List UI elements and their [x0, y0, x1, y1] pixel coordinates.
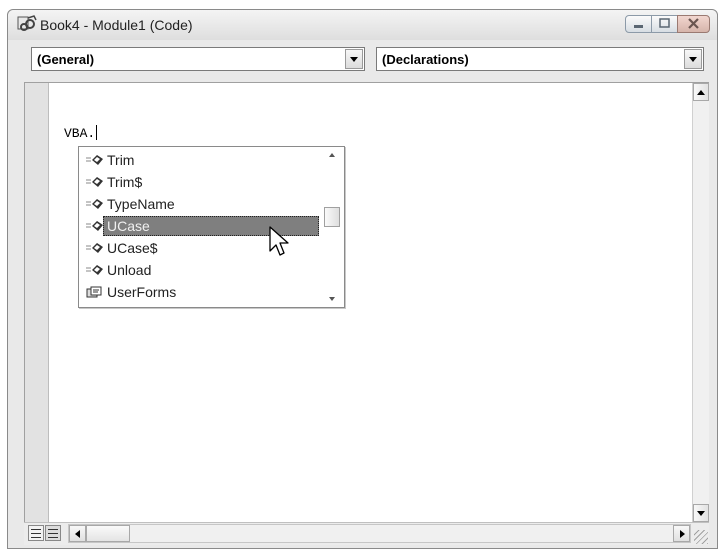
property-icon	[86, 286, 102, 298]
method-icon	[86, 221, 103, 231]
autocomplete-scroll-thumb[interactable]	[324, 207, 340, 227]
chevron-down-icon	[689, 57, 697, 62]
vertical-scrollbar[interactable]	[692, 83, 709, 522]
code-line[interactable]: VBA.	[64, 125, 98, 141]
scroll-up-button[interactable]	[693, 83, 709, 101]
code-text: VBA.	[64, 126, 96, 141]
list-item[interactable]: UserForms	[81, 281, 319, 303]
chevron-down-icon	[350, 57, 358, 62]
method-icon	[86, 199, 103, 209]
horizontal-scrollbar[interactable]	[68, 524, 691, 543]
list-item[interactable]: Trim$	[81, 171, 319, 193]
procedure-combo[interactable]: (Declarations)	[376, 47, 704, 71]
list-item[interactable]: Trim	[81, 149, 319, 171]
method-icon	[86, 243, 103, 253]
arrow-left-icon	[75, 530, 80, 538]
resize-grip[interactable]	[694, 530, 708, 544]
close-icon	[688, 18, 699, 29]
list-item[interactable]: TypeName	[81, 193, 319, 215]
method-icon	[86, 177, 103, 187]
arrow-down-icon	[329, 297, 335, 301]
object-combo-value: (General)	[37, 52, 95, 67]
procedure-combo-value: (Declarations)	[382, 52, 469, 67]
minimize-button[interactable]	[625, 15, 652, 33]
title-bar[interactable]: Book4 - Module1 (Code)	[8, 10, 717, 40]
scroll-right-button[interactable]	[673, 525, 690, 542]
scroll-down-button[interactable]	[693, 504, 709, 522]
maximize-icon	[659, 18, 670, 28]
arrow-right-icon	[680, 530, 685, 538]
procedure-view-button[interactable]	[28, 525, 44, 541]
list-item[interactable]: Unload	[81, 259, 319, 281]
autocomplete-scrollbar[interactable]	[322, 147, 344, 307]
arrow-up-icon	[697, 90, 705, 95]
procedure-combo-dropdown-button[interactable]	[684, 49, 702, 69]
horizontal-scroll-thumb[interactable]	[86, 525, 130, 542]
minimize-icon	[634, 25, 643, 28]
scroll-up-button[interactable]	[322, 147, 344, 163]
method-icon	[86, 265, 103, 275]
scroll-left-button[interactable]	[69, 525, 86, 542]
object-combo[interactable]: (General)	[31, 47, 365, 71]
arrow-down-icon	[697, 511, 705, 516]
text-caret	[96, 125, 98, 140]
autocomplete-list[interactable]: Trim Trim$ TypeName UCase UCase$ Unload …	[78, 146, 345, 308]
scroll-down-button[interactable]	[322, 291, 344, 307]
full-module-view-button[interactable]	[45, 525, 61, 541]
object-combo-dropdown-button[interactable]	[345, 49, 363, 69]
maximize-button[interactable]	[651, 15, 678, 33]
vba-code-module-icon	[17, 15, 37, 31]
margin-indicator-bar[interactable]	[25, 83, 49, 522]
arrow-up-icon	[329, 153, 335, 157]
method-icon	[86, 155, 103, 165]
mouse-pointer-icon	[269, 226, 289, 256]
close-button[interactable]	[677, 15, 710, 33]
window-title: Book4 - Module1 (Code)	[40, 17, 193, 33]
bottom-bar	[24, 522, 709, 545]
